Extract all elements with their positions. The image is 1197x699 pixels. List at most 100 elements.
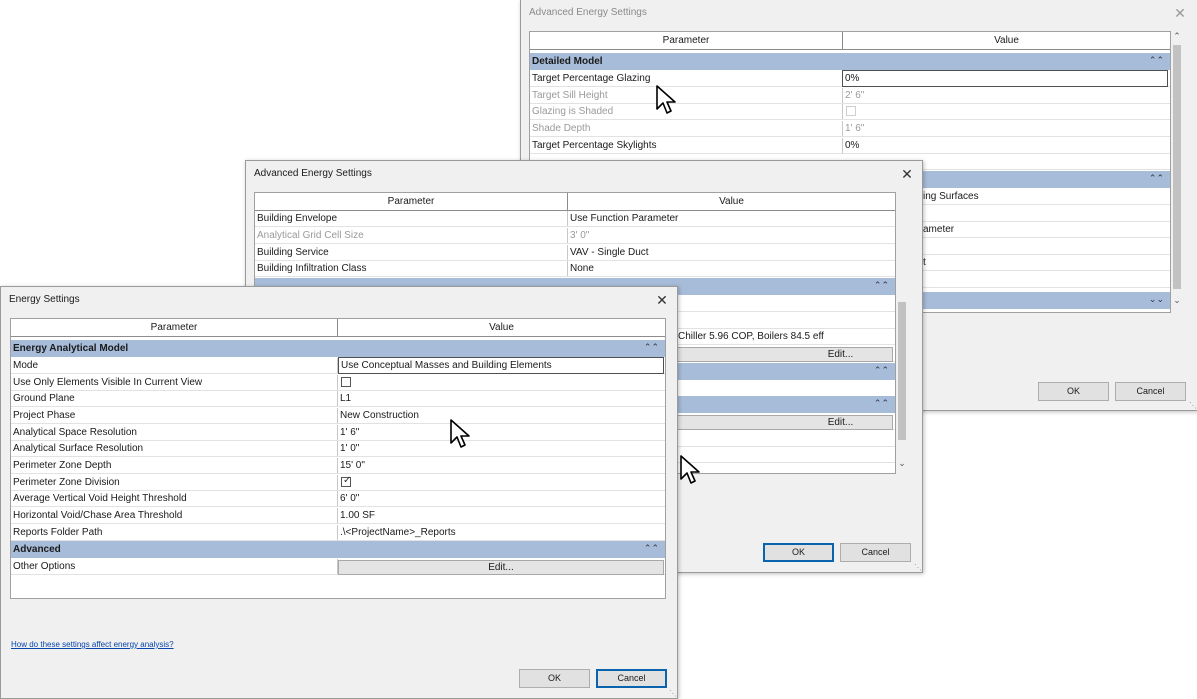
help-link[interactable]: How do these settings affect energy anal… <box>11 640 174 649</box>
value-cell[interactable]: 1.00 SF <box>338 508 665 523</box>
resize-grip-icon[interactable]: ⋱ <box>669 689 677 698</box>
scroll-up-icon[interactable]: ⌃ <box>1171 31 1183 42</box>
category-label: Energy Analytical Model <box>13 343 129 354</box>
value-cell[interactable]: .\<ProjectName>_Reports <box>338 525 665 540</box>
value-cell[interactable]: 1' 6" <box>843 121 1170 136</box>
table-row[interactable]: Project Phase New Construction <box>11 408 665 424</box>
mouse-pointer-icon <box>680 455 700 484</box>
table-row[interactable]: Use Only Elements Visible In Current Vie… <box>11 375 665 391</box>
parameter-column-header[interactable]: Parameter <box>255 193 568 210</box>
table-row[interactable]: Other Options Edit... <box>11 559 665 575</box>
resize-grip-icon[interactable]: ⋱ <box>1189 401 1197 410</box>
scroll-down-icon[interactable]: ⌄ <box>1171 295 1183 306</box>
chevron-double-down-icon[interactable]: ⌄⌄ <box>1149 292 1164 307</box>
param-cell: Target Percentage Skylights <box>530 138 843 153</box>
table-row[interactable]: Perimeter Zone Division ✓ <box>11 475 665 491</box>
table-row[interactable]: Reports Folder Path .\<ProjectName>_Repo… <box>11 525 665 541</box>
param-cell: Target Sill Height <box>530 88 843 103</box>
param-cell: Ground Plane <box>11 391 338 406</box>
dialog-title: Advanced Energy Settings <box>529 7 647 18</box>
visible-in-view-checkbox[interactable] <box>341 377 351 387</box>
value-cell[interactable]: 1' 0" <box>338 441 665 456</box>
table-row[interactable]: Mode Use Conceptual Masses and Building … <box>11 357 665 374</box>
value-cell[interactable]: None <box>568 261 895 276</box>
table-row[interactable]: Building Infiltration Class None <box>255 261 895 277</box>
chevron-double-up-icon[interactable]: ⌃⌃ <box>874 278 889 293</box>
perimeter-zone-division-checkbox[interactable]: ✓ <box>341 475 351 487</box>
value-cell[interactable]: 1' 6" <box>338 425 665 440</box>
grid-header: Parameter Value <box>11 319 665 337</box>
glazing-shaded-checkbox[interactable] <box>846 106 856 116</box>
table-row[interactable]: Target Sill Height 2' 6" <box>530 88 1170 104</box>
scroll-thumb[interactable] <box>898 302 906 440</box>
value-cell[interactable]: 0% <box>843 138 1170 153</box>
grid-header: Parameter Value <box>530 32 1170 50</box>
value-cell[interactable]: 0% <box>842 70 1168 87</box>
chevron-double-up-icon[interactable]: ⌃⌃ <box>1149 53 1164 68</box>
param-cell: Perimeter Zone Depth <box>11 458 338 473</box>
chevron-double-up-icon[interactable]: ⌃⌃ <box>644 541 659 556</box>
ok-button[interactable]: OK <box>763 543 834 562</box>
dialog-title: Advanced Energy Settings <box>254 168 372 179</box>
param-cell: Reports Folder Path <box>11 525 338 540</box>
value-cell[interactable]: 2' 6" <box>843 88 1170 103</box>
value-column-header[interactable]: Value <box>843 32 1170 49</box>
value-cell[interactable]: 15' 0" <box>338 458 665 473</box>
table-row[interactable]: Building Envelope Use Function Parameter <box>255 211 895 227</box>
mouse-pointer-icon <box>450 419 470 448</box>
chevron-double-up-icon[interactable]: ⌃⌃ <box>644 340 659 355</box>
table-row[interactable]: Building Service VAV - Single Duct <box>255 245 895 261</box>
table-row[interactable]: Target Percentage Glazing 0% <box>530 70 1170 87</box>
ok-button[interactable]: OK <box>519 669 590 688</box>
table-row[interactable]: Target Percentage Skylights 0% <box>530 138 1170 154</box>
grid-header: Parameter Value <box>255 193 895 211</box>
category-detailed-model[interactable]: Detailed Model ⌃⌃ <box>530 53 1170 70</box>
table-row[interactable]: Horizontal Void/Chase Area Threshold 1.0… <box>11 508 665 524</box>
parameter-column-header[interactable]: Parameter <box>530 32 843 49</box>
value-cell[interactable]: 3' 0" <box>568 228 895 243</box>
category-energy-analytical-model[interactable]: Energy Analytical Model ⌃⌃ <box>11 340 665 357</box>
table-row[interactable]: Glazing is Shaded <box>530 104 1170 120</box>
close-icon[interactable]: ✕ <box>1171 4 1189 22</box>
close-icon[interactable]: ✕ <box>898 165 916 183</box>
value-cell[interactable]: 6' 0" <box>338 491 665 506</box>
table-row[interactable]: Analytical Surface Resolution 1' 0" <box>11 441 665 457</box>
table-row[interactable]: Perimeter Zone Depth 15' 0" <box>11 458 665 474</box>
chevron-double-up-icon[interactable]: ⌃⌃ <box>1149 171 1164 186</box>
scroll-thumb[interactable] <box>1173 45 1181 289</box>
table-row[interactable]: Ground Plane L1 <box>11 391 665 407</box>
resize-grip-icon[interactable]: ⋱ <box>914 563 922 572</box>
table-row[interactable]: Average Vertical Void Height Threshold 6… <box>11 491 665 507</box>
vertical-scrollbar[interactable]: ⌄ <box>896 192 908 472</box>
table-row[interactable]: Shade Depth 1' 6" <box>530 121 1170 137</box>
chevron-double-up-icon[interactable]: ⌃⌃ <box>874 363 889 378</box>
vertical-scrollbar[interactable]: ⌃ ⌄ <box>1171 31 1183 311</box>
param-cell: Target Percentage Glazing <box>530 71 843 86</box>
value-cell[interactable]: New Construction <box>338 408 665 423</box>
parameter-column-header[interactable]: Parameter <box>11 319 338 336</box>
table-row[interactable]: Analytical Grid Cell Size 3' 0" <box>255 228 895 244</box>
category-advanced[interactable]: Advanced ⌃⌃ <box>11 541 665 558</box>
value-cell[interactable]: VAV - Single Duct <box>568 245 895 260</box>
scroll-down-icon[interactable]: ⌄ <box>896 458 908 469</box>
value-column-header[interactable]: Value <box>568 193 895 210</box>
table-row[interactable]: Analytical Space Resolution 1' 6" <box>11 425 665 441</box>
ok-button[interactable]: OK <box>1038 382 1109 401</box>
close-icon[interactable]: ✕ <box>653 291 671 309</box>
parameter-grid: Parameter Value Energy Analytical Model … <box>10 318 666 599</box>
cancel-button[interactable]: Cancel <box>1115 382 1186 401</box>
mouse-pointer-icon <box>656 85 676 114</box>
param-cell: Analytical Space Resolution <box>11 425 338 440</box>
param-cell: Analytical Surface Resolution <box>11 441 338 456</box>
param-cell: Perimeter Zone Division <box>11 475 338 490</box>
param-cell: Glazing is Shaded <box>530 104 843 119</box>
mode-value-cell[interactable]: Use Conceptual Masses and Building Eleme… <box>338 357 664 374</box>
other-options-edit-button[interactable]: Edit... <box>338 560 664 575</box>
value-cell[interactable]: L1 <box>338 391 665 406</box>
cancel-button[interactable]: Cancel <box>840 543 911 562</box>
value-column-header[interactable]: Value <box>338 319 665 336</box>
value-cell[interactable]: Use Function Parameter <box>568 211 895 226</box>
param-cell: Horizontal Void/Chase Area Threshold <box>11 508 338 523</box>
cancel-button[interactable]: Cancel <box>596 669 667 688</box>
chevron-double-up-icon[interactable]: ⌃⌃ <box>874 396 889 411</box>
